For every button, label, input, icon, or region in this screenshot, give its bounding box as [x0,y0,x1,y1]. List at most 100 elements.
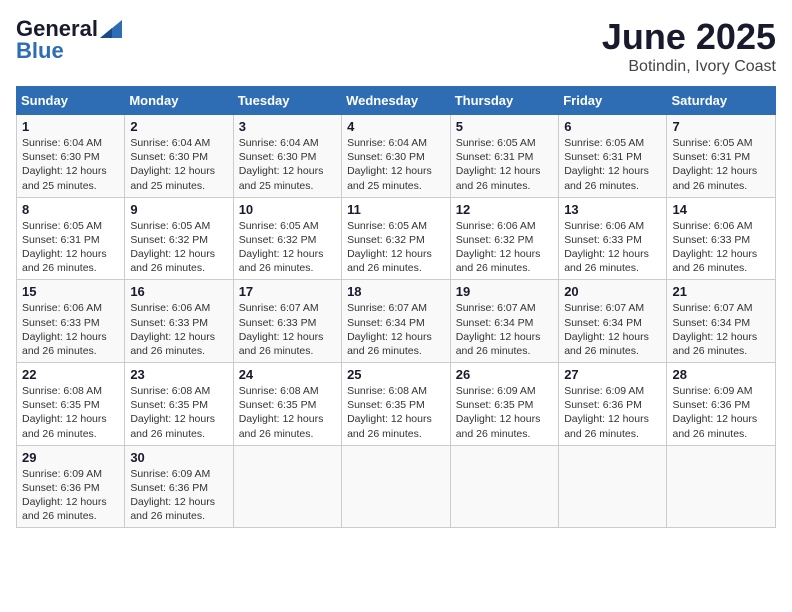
day-number: 6 [564,119,661,134]
table-row: 28Sunrise: 6:09 AMSunset: 6:36 PMDayligh… [667,363,776,446]
calendar-week-2: 8 Sunrise: 6:05 AMSunset: 6:31 PMDaylight… [17,197,776,280]
table-row: 13 Sunrise: 6:06 AMSunset: 6:33 PMDayligh… [559,197,667,280]
table-row: 22 Sunrise: 6:08 AMSunset: 6:35 PMDayligh… [17,363,125,446]
table-row: 23 Sunrise: 6:08 AMSunset: 6:35 PMDayligh… [125,363,233,446]
table-row: 3 Sunrise: 6:04 AMSunset: 6:30 PMDaylight… [233,115,341,198]
table-row: 21Sunrise: 6:07 AMSunset: 6:34 PMDayligh… [667,280,776,363]
day-detail: Sunrise: 6:08 AMSunset: 6:35 PMDaylight:… [347,385,432,440]
header-thursday: Thursday [450,87,558,115]
calendar-title: June 2025 [602,16,776,58]
day-detail: Sunrise: 6:05 AMSunset: 6:32 PMDaylight:… [130,220,215,275]
day-number: 23 [130,367,227,382]
header-friday: Friday [559,87,667,115]
table-row: 20Sunrise: 6:07 AMSunset: 6:34 PMDayligh… [559,280,667,363]
day-detail: Sunrise: 6:06 AMSunset: 6:33 PMDaylight:… [130,302,215,357]
day-number: 17 [239,284,336,299]
table-row: 7 Sunrise: 6:05 AMSunset: 6:31 PMDaylight… [667,115,776,198]
header-wednesday: Wednesday [342,87,451,115]
day-detail: Sunrise: 6:04 AMSunset: 6:30 PMDaylight:… [22,137,107,192]
table-row: 10 Sunrise: 6:05 AMSunset: 6:32 PMDayligh… [233,197,341,280]
table-row: 8 Sunrise: 6:05 AMSunset: 6:31 PMDaylight… [17,197,125,280]
day-number: 15 [22,284,119,299]
table-row: 16 Sunrise: 6:06 AMSunset: 6:33 PMDayligh… [125,280,233,363]
table-row: 17Sunrise: 6:07 AMSunset: 6:33 PMDayligh… [233,280,341,363]
table-row: 5 Sunrise: 6:05 AMSunset: 6:31 PMDaylight… [450,115,558,198]
day-number: 25 [347,367,445,382]
logo: General Blue [16,16,122,64]
day-number: 9 [130,202,227,217]
day-number: 30 [130,450,227,465]
day-detail: Sunrise: 6:06 AMSunset: 6:32 PMDaylight:… [456,220,541,275]
day-number: 1 [22,119,119,134]
table-row [342,445,451,528]
logo-bird-icon [100,20,122,38]
calendar-week-3: 15 Sunrise: 6:06 AMSunset: 6:33 PMDayligh… [17,280,776,363]
header-tuesday: Tuesday [233,87,341,115]
day-detail: Sunrise: 6:09 AMSunset: 6:35 PMDaylight:… [456,385,541,440]
table-row: 2Sunrise: 6:04 AMSunset: 6:30 PMDaylight… [125,115,233,198]
header-sunday: Sunday [17,87,125,115]
table-row [559,445,667,528]
day-detail: Sunrise: 6:06 AMSunset: 6:33 PMDaylight:… [672,220,757,275]
day-number: 29 [22,450,119,465]
day-detail: Sunrise: 6:05 AMSunset: 6:32 PMDaylight:… [347,220,432,275]
day-number: 22 [22,367,119,382]
day-detail: Sunrise: 6:09 AMSunset: 6:36 PMDaylight:… [564,385,649,440]
day-detail: Sunrise: 6:08 AMSunset: 6:35 PMDaylight:… [22,385,107,440]
day-number: 19 [456,284,553,299]
day-detail: Sunrise: 6:05 AMSunset: 6:31 PMDaylight:… [672,137,757,192]
table-row: 30 Sunrise: 6:09 AMSunset: 6:36 PMDayligh… [125,445,233,528]
table-row: 19Sunrise: 6:07 AMSunset: 6:34 PMDayligh… [450,280,558,363]
calendar-week-4: 22 Sunrise: 6:08 AMSunset: 6:35 PMDayligh… [17,363,776,446]
day-number: 3 [239,119,336,134]
table-row: 12 Sunrise: 6:06 AMSunset: 6:32 PMDayligh… [450,197,558,280]
day-detail: Sunrise: 6:04 AMSunset: 6:30 PMDaylight:… [347,137,432,192]
title-area: June 2025 Botindin, Ivory Coast [602,16,776,76]
day-detail: Sunrise: 6:09 AMSunset: 6:36 PMDaylight:… [130,468,215,523]
calendar-subtitle: Botindin, Ivory Coast [602,58,776,76]
logo-blue-text: Blue [16,38,64,64]
table-row: 25 Sunrise: 6:08 AMSunset: 6:35 PMDayligh… [342,363,451,446]
day-detail: Sunrise: 6:05 AMSunset: 6:31 PMDaylight:… [456,137,541,192]
day-number: 13 [564,202,661,217]
table-row: 6 Sunrise: 6:05 AMSunset: 6:31 PMDaylight… [559,115,667,198]
day-number: 5 [456,119,553,134]
day-number: 28 [672,367,770,382]
day-number: 8 [22,202,119,217]
day-detail: Sunrise: 6:08 AMSunset: 6:35 PMDaylight:… [239,385,324,440]
table-row [450,445,558,528]
day-detail: Sunrise: 6:05 AMSunset: 6:31 PMDaylight:… [564,137,649,192]
header-monday: Monday [125,87,233,115]
table-row: 4 Sunrise: 6:04 AMSunset: 6:30 PMDaylight… [342,115,451,198]
day-detail: Sunrise: 6:06 AMSunset: 6:33 PMDaylight:… [22,302,107,357]
day-detail: Sunrise: 6:05 AMSunset: 6:32 PMDaylight:… [239,220,324,275]
table-row: 18Sunrise: 6:07 AMSunset: 6:34 PMDayligh… [342,280,451,363]
day-detail: Sunrise: 6:04 AMSunset: 6:30 PMDaylight:… [239,137,324,192]
table-row [233,445,341,528]
day-number: 27 [564,367,661,382]
table-row: 14 Sunrise: 6:06 AMSunset: 6:33 PMDayligh… [667,197,776,280]
table-row: 15 Sunrise: 6:06 AMSunset: 6:33 PMDayligh… [17,280,125,363]
day-number: 26 [456,367,553,382]
calendar-header-row: Sunday Monday Tuesday Wednesday Thursday… [17,87,776,115]
day-number: 14 [672,202,770,217]
page-header: General Blue June 2025 Botindin, Ivory C… [16,16,776,76]
day-detail: Sunrise: 6:04 AMSunset: 6:30 PMDaylight:… [130,137,215,192]
table-row: 24Sunrise: 6:08 AMSunset: 6:35 PMDayligh… [233,363,341,446]
day-detail: Sunrise: 6:07 AMSunset: 6:34 PMDaylight:… [672,302,757,357]
day-detail: Sunrise: 6:09 AMSunset: 6:36 PMDaylight:… [22,468,107,523]
day-detail: Sunrise: 6:08 AMSunset: 6:35 PMDaylight:… [130,385,215,440]
day-detail: Sunrise: 6:06 AMSunset: 6:33 PMDaylight:… [564,220,649,275]
table-row: 26 Sunrise: 6:09 AMSunset: 6:35 PMDayligh… [450,363,558,446]
table-row: 29 Sunrise: 6:09 AMSunset: 6:36 PMDayligh… [17,445,125,528]
table-row: 27 Sunrise: 6:09 AMSunset: 6:36 PMDayligh… [559,363,667,446]
day-number: 4 [347,119,445,134]
day-number: 18 [347,284,445,299]
day-number: 16 [130,284,227,299]
day-detail: Sunrise: 6:05 AMSunset: 6:31 PMDaylight:… [22,220,107,275]
calendar-week-1: 1 Sunrise: 6:04 AMSunset: 6:30 PMDaylight… [17,115,776,198]
day-number: 12 [456,202,553,217]
table-row: 11Sunrise: 6:05 AMSunset: 6:32 PMDayligh… [342,197,451,280]
day-number: 10 [239,202,336,217]
day-number: 7 [672,119,770,134]
